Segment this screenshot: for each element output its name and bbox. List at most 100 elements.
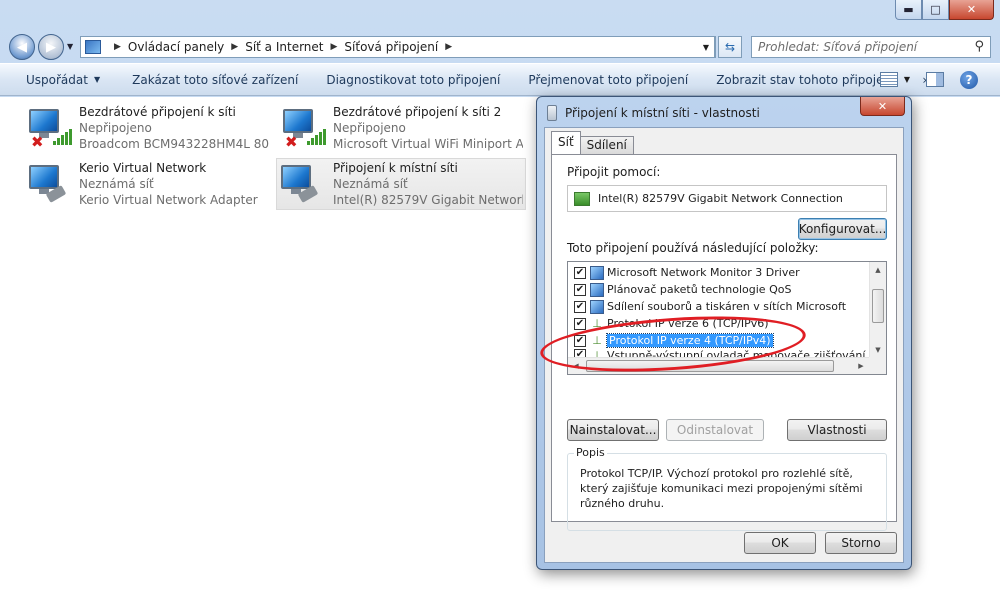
signal-bars-icon [53, 129, 72, 145]
network-client-icon [590, 265, 604, 280]
search-icon[interactable]: ⚲ [974, 39, 984, 54]
scroll-right-icon[interactable]: ▶ [853, 358, 869, 374]
network-adapter-icon [25, 159, 75, 209]
scroll-thumb[interactable] [586, 360, 834, 372]
list-item[interactable]: ✔ Microsoft Network Monitor 3 Driver [574, 264, 800, 281]
forward-arrow-icon: ▶ [46, 39, 56, 55]
refresh-icon[interactable]: ⇆ [718, 36, 742, 58]
list-item-label: Protokol IP verze 4 (TCP/IPv4) [606, 333, 774, 348]
connection-device: Intel(R) 82579V Gigabit Network C... [333, 193, 523, 207]
scroll-left-icon[interactable]: ◀ [568, 358, 584, 374]
checkbox[interactable]: ✔ [574, 317, 586, 330]
network-tab-panel: Připojit pomocí: Intel(R) 82579V Gigabit… [551, 154, 897, 531]
signal-bars-icon [307, 129, 326, 145]
uninstall-button[interactable]: Odinstalovat [666, 419, 764, 441]
description-text: Protokol TCP/IP. Výchozí protokol pro ro… [580, 467, 863, 510]
connection-device: Kerio Virtual Network Adapter [79, 193, 258, 207]
disconnected-x-icon: ✖ [285, 133, 298, 151]
dialog-title-bar: Připojení k místní síti - vlastnosti [547, 105, 760, 121]
connection-status: Nepřipojeno [79, 121, 152, 135]
diagnose-connection-command[interactable]: Diagnostikovat toto připojení [312, 64, 514, 95]
disable-device-command[interactable]: Zakázat toto síťové zařízení [114, 64, 312, 95]
breadcrumb-arrow-icon[interactable]: ▶ [231, 42, 238, 52]
configure-button[interactable]: Konfigurovat... [798, 218, 887, 240]
list-item[interactable]: ✔ Sdílení souborů a tiskáren v sítích Mi… [574, 298, 846, 315]
back-arrow-icon: ◀ [17, 39, 27, 55]
scroll-thumb[interactable] [872, 289, 884, 323]
list-item-selected[interactable]: ✔ ⊥ Protokol IP verze 4 (TCP/IPv4) [574, 332, 774, 349]
organize-menu[interactable]: Uspořádat ▼ [0, 64, 114, 95]
organize-label: Uspořádat [26, 72, 88, 87]
properties-button[interactable]: Vlastnosti [787, 419, 887, 441]
control-panel-icon [85, 40, 101, 54]
search-input[interactable] [758, 40, 963, 54]
view-controls: ▼ ? [879, 64, 1000, 95]
network-card-icon [574, 191, 590, 206]
address-history-dropdown-icon[interactable]: ▼ [698, 36, 715, 58]
scroll-down-icon[interactable]: ▼ [870, 342, 886, 358]
breadcrumb-item[interactable]: Síťová připojení [344, 40, 438, 54]
connection-item-selected[interactable]: Připojení k místní síti Neznámá síť Inte… [276, 158, 526, 210]
connection-item[interactable]: Kerio Virtual Network Neznámá síť Kerio … [25, 159, 275, 211]
connection-name: Kerio Virtual Network [79, 161, 207, 175]
search-box[interactable]: ⚲ [751, 36, 991, 58]
back-button[interactable]: ◀ [9, 34, 35, 60]
rename-connection-command[interactable]: Přejmenovat toto připojení [514, 64, 702, 95]
chevron-down-icon[interactable]: ▼ [904, 75, 910, 84]
scrollbar-corner [869, 357, 886, 374]
adapter-field: Intel(R) 82579V Gigabit Network Connecti… [567, 185, 887, 212]
view-status-command[interactable]: Zobrazit stav tohoto připojení [702, 64, 908, 95]
close-button[interactable]: ✕ [949, 0, 994, 20]
checkbox[interactable]: ✔ [574, 334, 586, 347]
ok-button[interactable]: OK [744, 532, 816, 554]
items-label: Toto připojení používá následující polož… [567, 241, 819, 255]
connection-status: Nepřipojeno [333, 121, 406, 135]
breadcrumb-arrow-icon[interactable]: ▶ [445, 42, 452, 52]
dialog-close-button[interactable]: ✕ [860, 97, 905, 116]
dialog-tabs: Síť Sdílení [551, 131, 634, 154]
breadcrumb-arrow-icon[interactable]: ▶ [331, 42, 338, 52]
breadcrumb-arrow-icon[interactable]: ▶ [114, 42, 121, 52]
connection-item[interactable]: ✖ Bezdrátové připojení k síti 2 Nepřipoj… [279, 103, 529, 155]
description-group: Popis Protokol TCP/IP. Výchozí protokol … [567, 446, 887, 531]
cancel-button[interactable]: Storno [825, 532, 897, 554]
connection-item[interactable]: ✖ Bezdrátové připojení k síti Nepřipojen… [25, 103, 275, 155]
forward-button[interactable]: ▶ [38, 34, 64, 60]
list-item-label: Plánovač paketů technologie QoS [607, 283, 792, 296]
address-bar[interactable]: ▶ Ovládací panely ▶ Síť a Internet ▶ Síť… [80, 36, 716, 58]
list-item-label: Microsoft Network Monitor 3 Driver [607, 266, 800, 279]
list-item-label: Sdílení souborů a tiskáren v sítích Micr… [607, 300, 847, 313]
tab-sharing[interactable]: Sdílení [579, 136, 634, 154]
connect-using-label: Připojit pomocí: [567, 165, 661, 179]
checkbox[interactable]: ✔ [574, 266, 586, 279]
checkbox[interactable]: ✔ [574, 300, 586, 313]
breadcrumb-item[interactable]: Síť a Internet [245, 40, 323, 54]
horizontal-scrollbar[interactable]: ◀ ▶ [568, 357, 869, 374]
change-view-icon[interactable] [879, 72, 898, 87]
list-item[interactable]: ✔ Plánovač paketů technologie QoS [574, 281, 791, 298]
tab-network[interactable]: Síť [551, 131, 581, 154]
connection-status: Neznámá síť [333, 177, 408, 191]
adapter-name: Intel(R) 82579V Gigabit Network Connecti… [598, 192, 843, 205]
command-bar: Uspořádat ▼ Zakázat toto síťové zařízení… [0, 63, 1000, 96]
disconnected-x-icon: ✖ [31, 133, 44, 151]
preview-pane-icon[interactable] [926, 72, 944, 87]
help-icon[interactable]: ? [960, 70, 978, 89]
install-button[interactable]: Nainstalovat... [567, 419, 659, 441]
components-list[interactable]: ✔ Microsoft Network Monitor 3 Driver ✔ P… [567, 261, 887, 375]
dialog-body: Síť Sdílení Připojit pomocí: Intel(R) 82… [544, 127, 904, 563]
list-item[interactable]: ✔ ⊥ Protokol IP verze 6 (TCP/IPv6) [574, 315, 769, 332]
minimize-button[interactable]: ▬ [895, 0, 922, 20]
navigation-bar: ◀ ▶ ▼ ▶ Ovládací panely ▶ Síť a Internet… [0, 30, 1000, 62]
wireless-adapter-icon: ✖ [279, 103, 329, 153]
description-title: Popis [574, 446, 607, 459]
breadcrumb-item[interactable]: Ovládací panely [128, 40, 224, 54]
vertical-scrollbar[interactable]: ▲ ▼ [869, 262, 886, 358]
scroll-up-icon[interactable]: ▲ [870, 262, 886, 278]
recent-pages-dropdown-icon[interactable]: ▼ [67, 42, 73, 51]
checkbox[interactable]: ✔ [574, 283, 586, 296]
protocol-icon: ⊥ [592, 333, 602, 347]
maximize-button[interactable]: □ [922, 0, 949, 20]
connection-name: Bezdrátové připojení k síti 2 [333, 105, 502, 119]
network-cable-icon [547, 105, 557, 121]
